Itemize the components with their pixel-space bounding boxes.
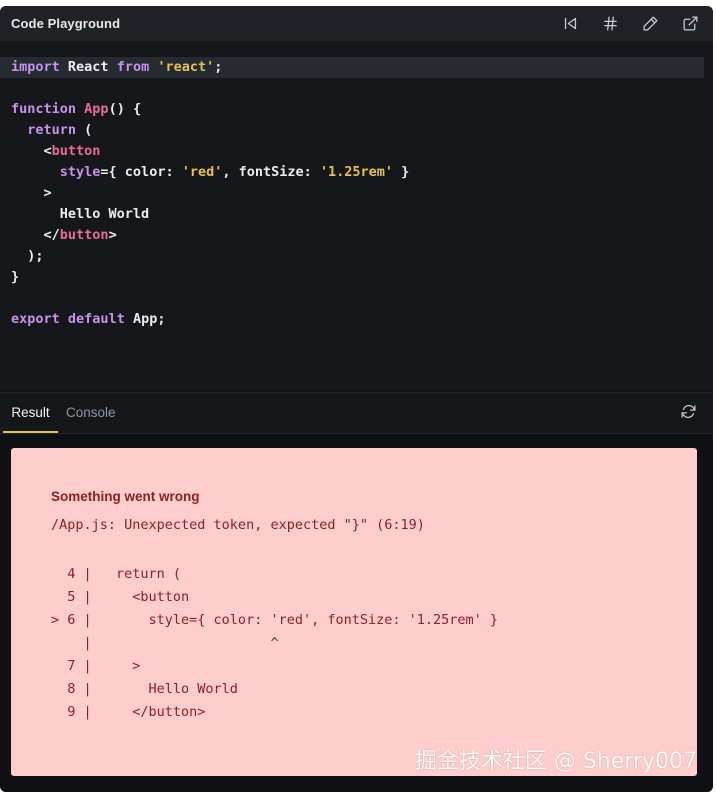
hash-button[interactable]	[599, 13, 621, 35]
code-editor[interactable]: import React from 'react'; function App()…	[0, 41, 713, 391]
refresh-icon	[681, 404, 696, 419]
code-token: style	[59, 164, 101, 180]
code-token: App;	[124, 311, 166, 327]
error-message: /App.js: Unexpected token, expected "}" …	[51, 517, 425, 533]
output-tabs: Result Console	[0, 392, 713, 434]
code-token: function	[11, 101, 77, 117]
code-token: return	[27, 122, 77, 138]
code-line[interactable]: Hello World	[0, 204, 713, 225]
code-token: }	[11, 269, 20, 285]
error-frame-line: 9 | </button>	[51, 704, 206, 720]
error-frame-line: 8 | Hello World	[51, 681, 238, 697]
error-frame-line: > 6 | style={ color: 'red', fontSize: '1…	[51, 612, 499, 628]
code-token: , fontSize:	[222, 164, 320, 180]
tab-result[interactable]: Result	[3, 393, 58, 433]
code-token: ;	[214, 59, 223, 75]
reset-button[interactable]	[559, 13, 581, 35]
open-external-button[interactable]	[679, 13, 701, 35]
code-line[interactable]: export default App;	[0, 309, 713, 330]
code-token: from	[116, 59, 150, 75]
code-token: </	[11, 227, 60, 243]
hash-icon	[603, 16, 617, 31]
code-line[interactable]: </button>	[0, 225, 713, 246]
code-line[interactable]: function App() {	[0, 99, 713, 120]
code-line[interactable]: >	[0, 183, 713, 204]
error-frame-line: 5 | <button	[51, 589, 190, 605]
code-line[interactable]	[0, 288, 713, 309]
header-bar: Code Playground	[0, 6, 713, 41]
code-token: >	[108, 227, 117, 243]
code-token: export	[11, 311, 60, 327]
error-frame-line: 4 | return (	[51, 566, 182, 582]
code-token: button	[59, 227, 109, 243]
code-line[interactable]: }	[0, 267, 713, 288]
code-token: (	[76, 122, 93, 138]
result-panel: Something went wrong /App.js: Unexpected…	[0, 434, 713, 792]
code-token: () {	[108, 101, 142, 117]
error-title: Something went wrong	[51, 489, 200, 504]
external-link-icon	[682, 16, 698, 31]
code-line[interactable]: );	[0, 246, 713, 267]
code-token: '1.25rem'	[319, 164, 394, 180]
code-token: default	[67, 311, 125, 327]
code-token: 'react'	[157, 59, 215, 75]
skip-back-icon	[564, 17, 576, 30]
toolbar	[559, 6, 701, 41]
playground-title: Code Playground	[11, 16, 121, 31]
error-overlay: Something went wrong /App.js: Unexpected…	[11, 448, 697, 776]
error-frame-line: 7 | >	[51, 658, 141, 674]
code-line[interactable]: style={ color: 'red', fontSize: '1.25rem…	[0, 162, 713, 183]
tab-console[interactable]: Console	[66, 393, 116, 433]
code-token: ={ color:	[100, 164, 182, 180]
code-token: 'red'	[181, 164, 223, 180]
edit-button[interactable]	[639, 13, 661, 35]
code-token: );	[11, 248, 44, 264]
code-line[interactable]: return (	[0, 120, 713, 141]
code-token: >	[11, 185, 52, 201]
pencil-icon	[642, 16, 658, 31]
error-code-frame: 4 | return ( 5 | <button > 6 | style={ co…	[51, 563, 498, 724]
code-token: <	[11, 143, 52, 159]
code-line[interactable]: <button	[0, 141, 713, 162]
code-token: }	[393, 164, 410, 180]
code-token: React	[59, 59, 117, 75]
code-token: App	[84, 101, 109, 117]
code-line[interactable]: import React from 'react';	[0, 57, 704, 78]
code-token: import	[11, 59, 60, 75]
code-playground: Code Playground import React from 'react…	[0, 6, 713, 792]
code-token: button	[51, 143, 101, 159]
watermark: 掘金技术社区 @ Sherry007	[414, 749, 697, 774]
refresh-button[interactable]	[680, 403, 700, 423]
error-frame-line: | ^	[51, 635, 279, 651]
code-token: Hello World	[11, 206, 150, 222]
code-lines[interactable]: import React from 'react'; function App()…	[0, 57, 713, 330]
code-line[interactable]	[0, 78, 713, 99]
